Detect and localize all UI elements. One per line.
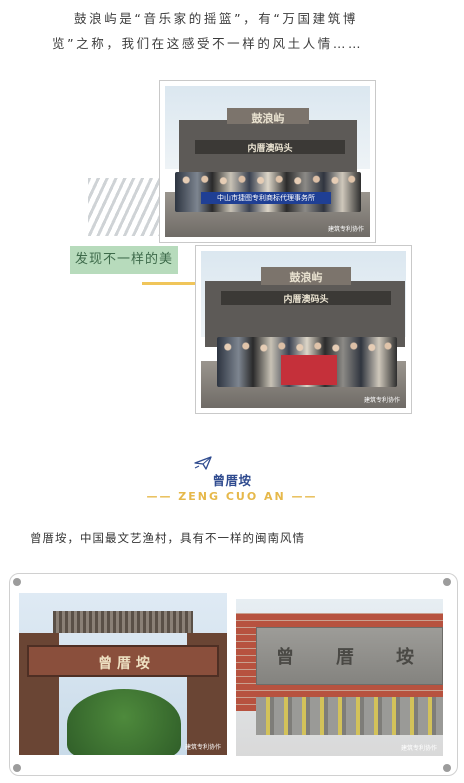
stone-text-2: 厝: [336, 647, 354, 668]
watermark: 建筑专利协作: [184, 744, 221, 751]
label-discover-beauty: 发现不一样的美: [70, 246, 178, 274]
blue-banner: 中山市捷图专利商标代理事务所: [201, 192, 331, 204]
card-pin-top-right: [443, 578, 451, 586]
photo-zengcuoan-stone-wall: 曾 厝 垵 建筑专利协作: [236, 599, 443, 756]
photo-gulangyu-group-1: 鼓浪屿 内厝澳码头 中山市捷图专利商标代理事务所 建筑专利协作: [159, 80, 376, 243]
card-pin-bottom-right: [443, 764, 451, 772]
watermark: 建筑专利协作: [400, 745, 437, 752]
card-pin-bottom-left: [13, 764, 21, 772]
card-pin-top-left: [13, 578, 21, 586]
watermark: 建筑专利协作: [327, 226, 364, 233]
sign-main: 鼓浪屿: [251, 112, 285, 125]
intro-line-2: 览”之称，我们在这感受不一样的风土人情……: [52, 36, 364, 51]
paper-plane-icon: [194, 456, 212, 470]
red-banner: [281, 355, 337, 385]
sign-sub: 内厝澳码头: [247, 144, 293, 154]
photo-zengcuoan-archway: 曾 厝 垵 建筑专利协作: [19, 593, 227, 755]
watermark: 建筑专利协作: [363, 397, 400, 404]
photo-gulangyu-group-2: 鼓浪屿 内厝澳码头 建筑专利协作: [195, 245, 412, 414]
sign-sub: 内厝澳码头: [283, 295, 329, 305]
section-subtitle: —— ZENG CUO AN ——: [146, 490, 318, 503]
stone-text-1: 曾: [276, 647, 294, 668]
arch-text: 曾 厝 垵: [98, 656, 150, 672]
section-title: 曾厝垵: [212, 473, 252, 488]
tree: [67, 689, 181, 755]
stone-text-3: 垵: [396, 647, 414, 668]
yellow-accent-line: [142, 282, 196, 285]
stripes-decoration: [88, 178, 166, 236]
intro-paragraph: 鼓浪屿是“音乐家的摇篮”，有“万国建筑博 览”之称，我们在这感受不一样的风土人情…: [52, 6, 412, 56]
intro-line-1: 鼓浪屿是“音乐家的摇篮”，有“万国建筑博: [74, 11, 358, 26]
sign-main: 鼓浪屿: [289, 271, 323, 284]
section-description: 曾厝垵，中国最文艺渔村，具有不一样的闽南风情: [30, 531, 305, 545]
